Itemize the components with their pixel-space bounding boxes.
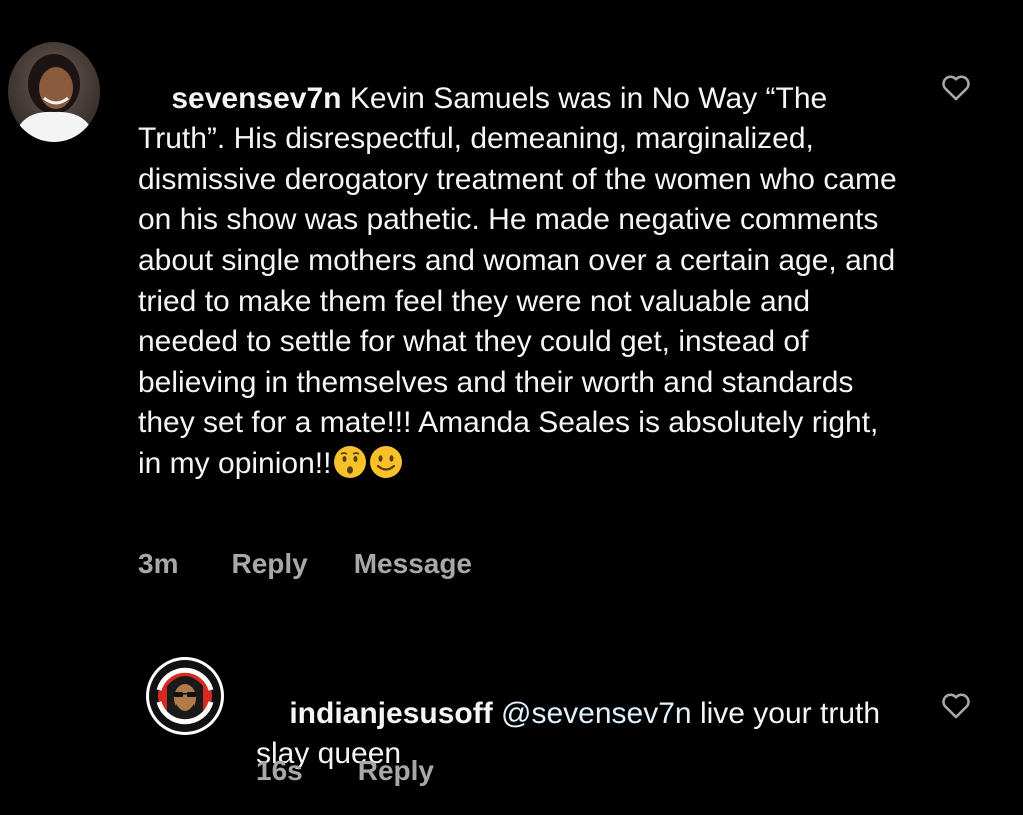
- comment-timestamp: 3m: [138, 548, 179, 579]
- comment-item: sevensev7n Kevin Samuels was in No Way “…: [0, 0, 1023, 610]
- avatar[interactable]: [145, 656, 225, 736]
- avatar-photo: [8, 42, 100, 142]
- message-button[interactable]: Message: [354, 548, 472, 580]
- reply-button[interactable]: Reply: [231, 548, 307, 580]
- comment-text: Kevin Samuels was in No Way “The Truth”.…: [138, 81, 906, 480]
- heart-outline-icon[interactable]: [939, 70, 973, 104]
- slightly-smiling-face-emoji: [370, 445, 403, 478]
- avatar[interactable]: [8, 42, 100, 142]
- hushed-face-emoji: [334, 445, 367, 478]
- reply-button[interactable]: Reply: [358, 755, 434, 787]
- comment-meta: 3m Reply Message: [138, 544, 472, 584]
- indian-jesus-logo: [146, 657, 224, 735]
- comment-username[interactable]: sevensev7n: [171, 82, 341, 115]
- comment-timestamp: 16s: [256, 755, 303, 786]
- comment-username[interactable]: indianjesusoff: [289, 697, 492, 730]
- comment-body: sevensev7n Kevin Samuels was in No Way “…: [138, 38, 898, 525]
- reply-comment-item: indianjesusoff @sevensev7n live your tru…: [0, 610, 1023, 812]
- mention-link[interactable]: @sevensev7n: [493, 697, 692, 730]
- heart-outline-icon[interactable]: [939, 688, 973, 722]
- comment-meta: 16s Reply: [256, 751, 434, 791]
